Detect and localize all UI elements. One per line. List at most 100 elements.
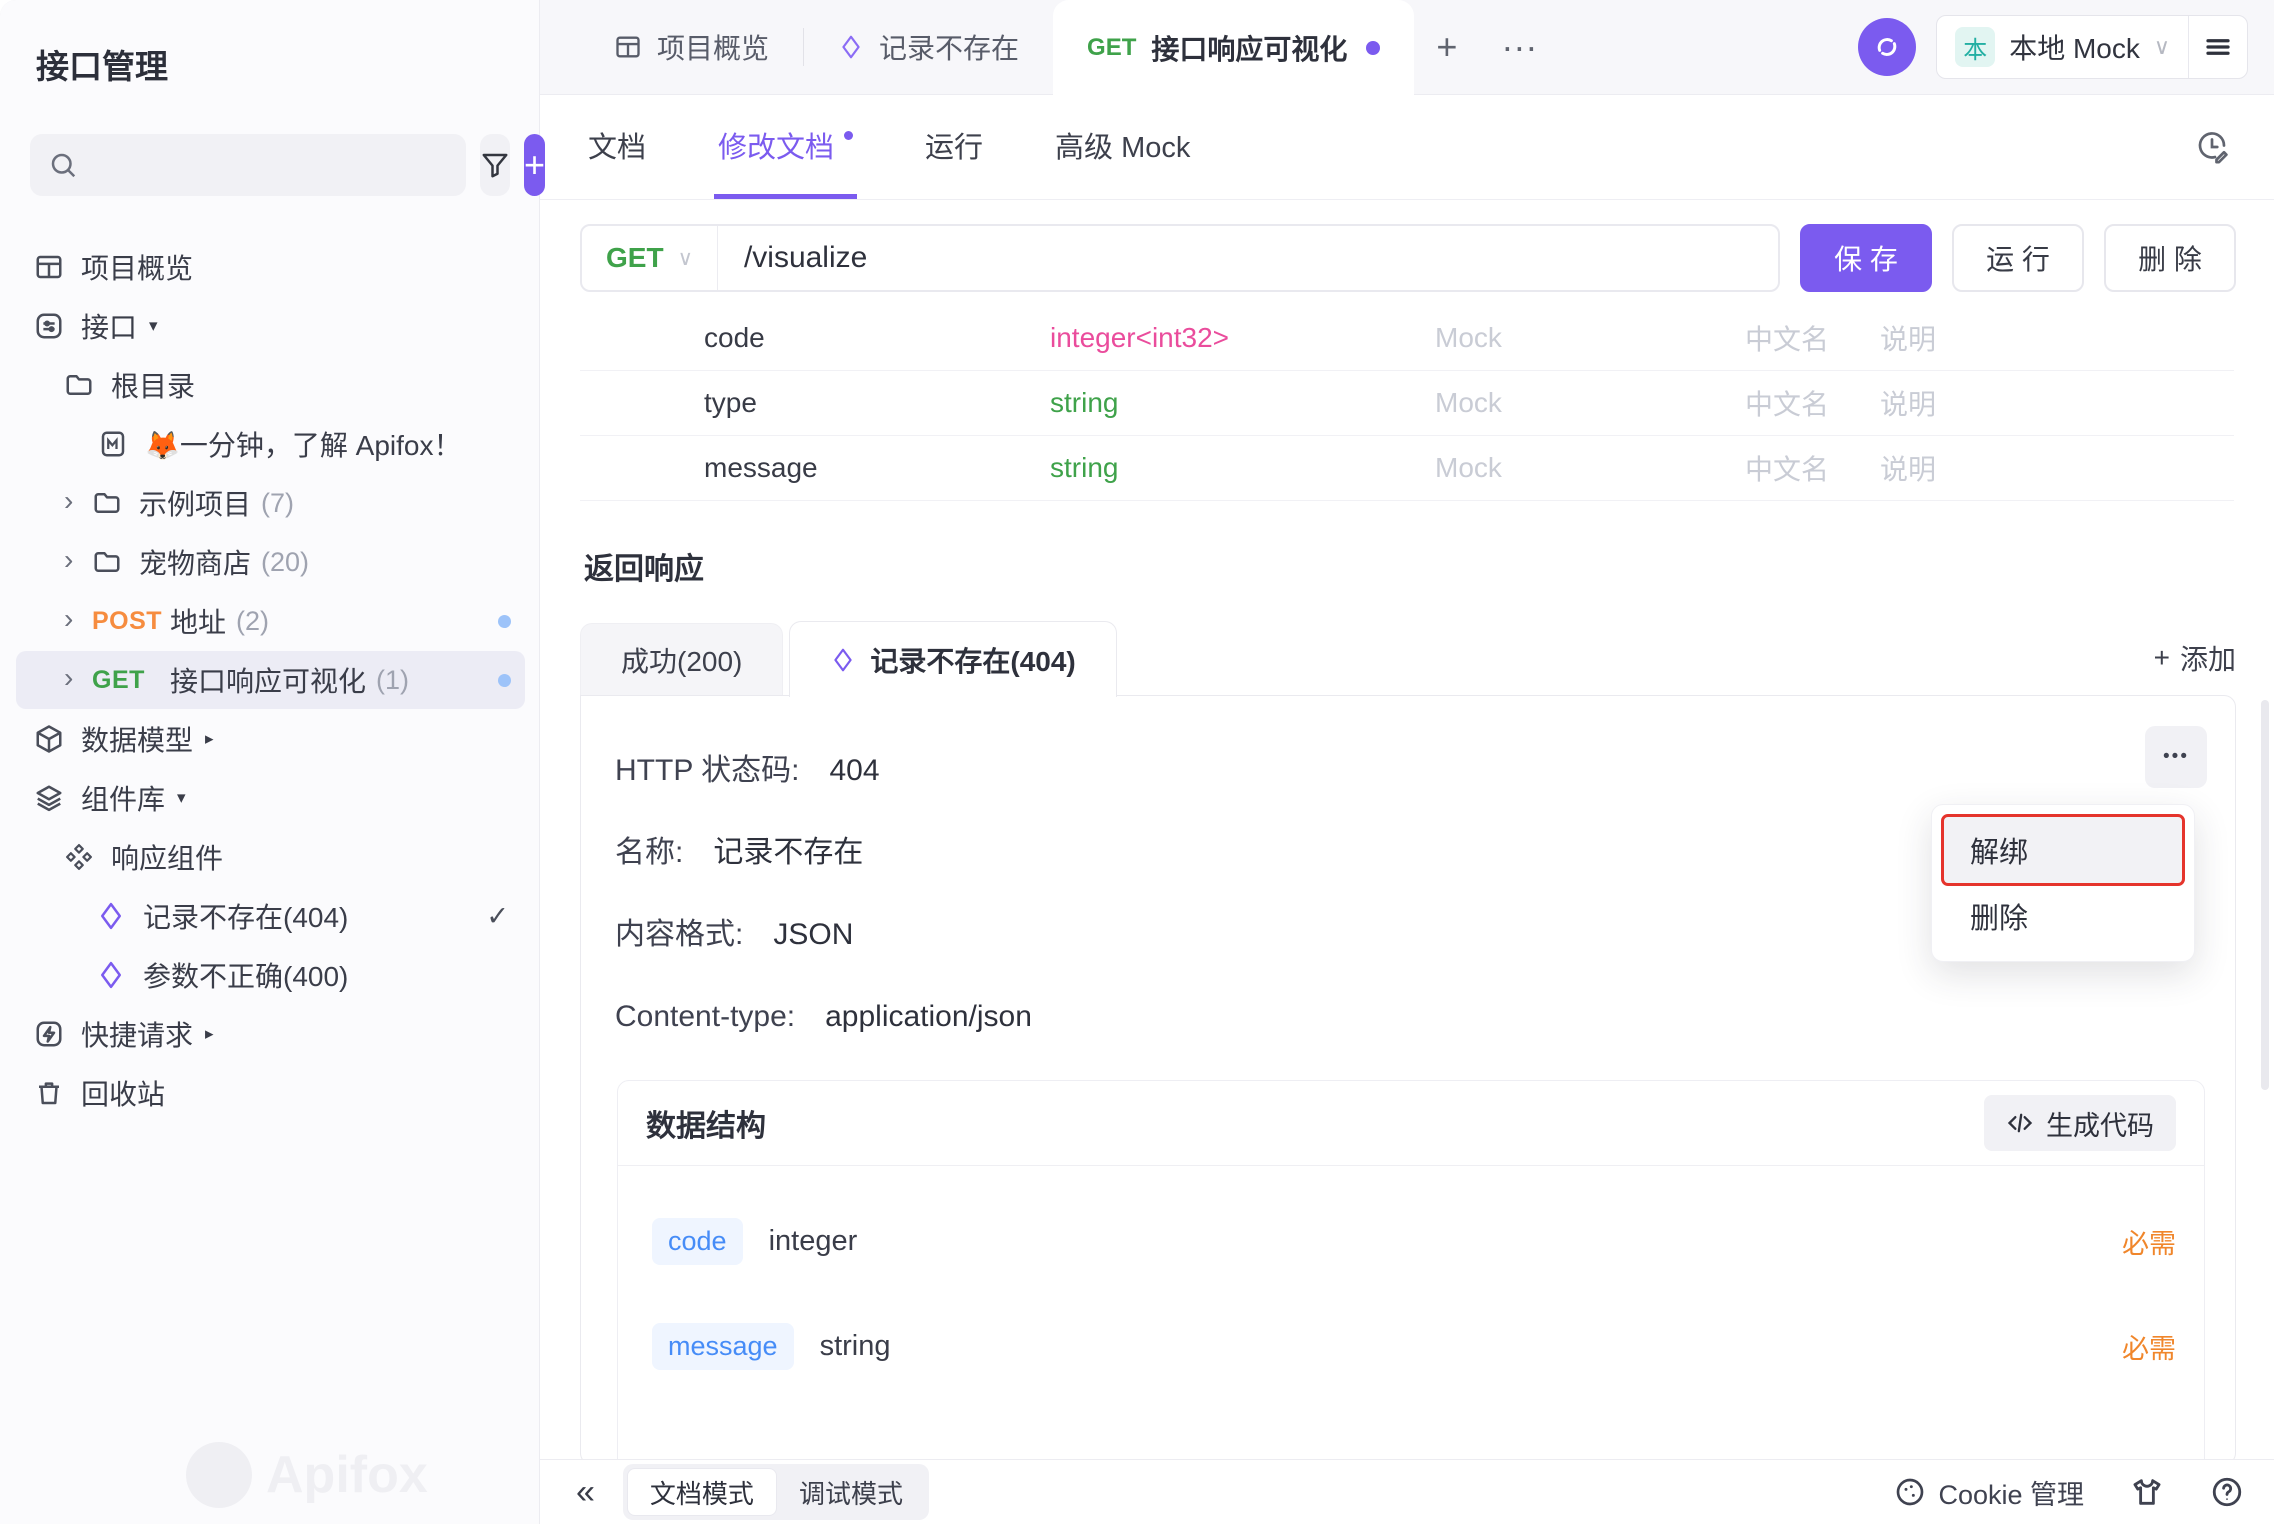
post-method-badge: POST: [92, 607, 170, 636]
tab-api-visualize-active[interactable]: GET 接口响应可视化: [1053, 0, 1414, 95]
tab-project-overview[interactable]: 项目概览: [580, 0, 803, 94]
mode-debug[interactable]: 调试模式: [777, 1468, 925, 1516]
add-response-button[interactable]: + 添加: [2154, 638, 2236, 678]
trash-icon: [34, 1078, 64, 1108]
sidebar-item-component-library[interactable]: 组件库 ▾: [16, 769, 525, 827]
table-row[interactable]: type string Mock 中文名 说明: [580, 371, 2234, 436]
request-row: GET ∨ 保 存 运 行 删 除: [540, 200, 2274, 318]
chevron-right-icon[interactable]: ›: [64, 485, 92, 517]
caret-down-icon[interactable]: ▾: [149, 316, 158, 336]
folder-icon: [92, 488, 122, 518]
help-button[interactable]: [2210, 1475, 2244, 1509]
cookie-icon: [1894, 1476, 1926, 1508]
plus-icon: +: [2154, 642, 2170, 674]
sidebar-item-recycle-bin[interactable]: 回收站: [16, 1064, 525, 1122]
table-row[interactable]: message string Mock 中文名 说明: [580, 436, 2234, 501]
sidebar-item-markdown-doc[interactable]: 🦊一分钟，了解 Apifox！: [16, 415, 525, 473]
diamond-icon: [96, 960, 126, 990]
response-section-title: 返回响应: [584, 551, 2274, 589]
ellipsis-icon: •••: [2163, 746, 2189, 768]
tab-advanced-mock[interactable]: 高级 Mock: [1051, 95, 1194, 199]
path-input[interactable]: [718, 241, 1778, 275]
response-tab-404-active[interactable]: 记录不存在(404): [789, 621, 1116, 697]
tab-edit-docs-active[interactable]: 修改文档: [714, 95, 857, 199]
sidebar-item-response-components[interactable]: 响应组件: [16, 828, 525, 886]
search-input[interactable]: [30, 134, 466, 196]
save-button[interactable]: 保 存: [1800, 224, 1932, 292]
data-structure-body: code integer 必需 message string 必需: [618, 1166, 2204, 1370]
cookie-manager-button[interactable]: Cookie 管理: [1894, 1473, 2084, 1512]
question-icon: [2210, 1475, 2244, 1509]
get-method-badge: GET: [92, 666, 170, 695]
caret-right-icon[interactable]: ▸: [205, 729, 214, 749]
folder-icon: [92, 547, 122, 577]
new-tab-button[interactable]: +: [1414, 0, 1479, 94]
add-api-button[interactable]: +: [524, 134, 545, 196]
tab-record-not-found[interactable]: 记录不存在: [804, 0, 1053, 94]
schema-field-code[interactable]: code integer 必需: [652, 1218, 2176, 1265]
tab-more-button[interactable]: ···: [1479, 0, 1559, 94]
diamond-icon: [96, 901, 126, 931]
layers-icon: [34, 783, 64, 813]
sidebar-item-get-visualize[interactable]: › GET 接口响应可视化 (1): [16, 651, 525, 709]
menu-item-unbind[interactable]: 解绑: [1944, 817, 2182, 883]
apifox-watermark: Apifox: [186, 1442, 428, 1508]
content-area: GET ∨ 保 存 运 行 删 除 code integer<int32> Mo…: [540, 200, 2274, 1459]
sidebar-item-root-folder[interactable]: 根目录: [16, 356, 525, 414]
sidebar-item-component-404[interactable]: 记录不存在(404) ✓: [16, 887, 525, 945]
collapse-sidebar-button[interactable]: «: [576, 1475, 595, 1509]
app-window: 接口管理 + 项目概览: [0, 0, 2274, 1524]
sidebar-item-component-400[interactable]: 参数不正确(400): [16, 946, 525, 1004]
sidebar-item-data-models[interactable]: 数据模型 ▸: [16, 710, 525, 768]
run-button[interactable]: 运 行: [1952, 224, 2084, 292]
response-fields-table: code integer<int32> Mock 中文名 说明 type str…: [580, 318, 2234, 501]
api-icon: [34, 311, 64, 341]
history-button[interactable]: [2194, 129, 2230, 165]
tab-run[interactable]: 运行: [921, 95, 987, 199]
overview-icon: [34, 252, 64, 282]
generate-code-button[interactable]: 生成代码: [1984, 1095, 2176, 1151]
sidebar-nav: 项目概览 接口 ▾ 根目录 🦊一分钟，了解 Apifox！ › 示例项目 (7): [0, 238, 539, 1122]
sidebar-search-row: +: [30, 134, 519, 196]
chevron-down-icon: ∨: [678, 246, 693, 271]
unsaved-dot: [1366, 41, 1380, 55]
table-row[interactable]: code integer<int32> Mock 中文名 说明: [580, 318, 2234, 371]
bottom-bar: « 文档模式 调试模式 Cookie 管理: [540, 1459, 2274, 1524]
mode-doc[interactable]: 文档模式: [627, 1468, 777, 1516]
filter-button[interactable]: [480, 134, 510, 196]
sidebar-item-apis[interactable]: 接口 ▾: [16, 297, 525, 355]
tab-docs[interactable]: 文档: [584, 95, 650, 199]
component-icon: [64, 842, 94, 872]
sidebar-item-pet-store[interactable]: › 宠物商店 (20): [16, 533, 525, 591]
env-badge: 本: [1955, 27, 1995, 67]
chevron-right-icon[interactable]: ›: [64, 603, 92, 635]
sidebar-item-project-overview[interactable]: 项目概览: [16, 238, 525, 296]
sync-status-button[interactable]: [1858, 18, 1916, 76]
caret-right-icon[interactable]: ▸: [205, 1024, 214, 1044]
response-more-button[interactable]: •••: [2145, 726, 2207, 788]
main-menu-button[interactable]: [2189, 16, 2247, 78]
overview-icon: [614, 33, 642, 61]
schema-field-message[interactable]: message string 必需: [652, 1323, 2176, 1370]
delete-button[interactable]: 删 除: [2104, 224, 2236, 292]
sidebar-item-quick-request[interactable]: 快捷请求 ▸: [16, 1005, 525, 1063]
sidebar-item-post-address[interactable]: › POST 地址 (2): [16, 592, 525, 650]
environment-selector[interactable]: 本 本地 Mock ∨: [1937, 16, 2188, 78]
theme-shirt-button[interactable]: [2130, 1475, 2164, 1509]
chevron-right-icon[interactable]: ›: [64, 662, 92, 694]
doc-tab-bar: 文档 修改文档 运行 高级 Mock: [540, 95, 2274, 200]
funnel-icon: [480, 150, 510, 180]
method-select[interactable]: GET ∨: [582, 226, 718, 290]
docbar-spacer: [1258, 95, 2194, 199]
folder-icon: [64, 370, 94, 400]
plus-icon: +: [524, 144, 545, 186]
chevron-right-icon[interactable]: ›: [64, 544, 92, 576]
search-text-field[interactable]: [90, 149, 448, 182]
response-tab-200[interactable]: 成功(200): [580, 623, 783, 695]
caret-down-icon[interactable]: ▾: [177, 788, 186, 808]
notification-dot: [498, 615, 511, 628]
vertical-scrollbar[interactable]: [2261, 700, 2269, 1090]
menu-item-delete[interactable]: 删除: [1944, 883, 2182, 949]
detail-row-status: HTTP 状态码: 404: [615, 752, 2235, 790]
sidebar-item-sample-project[interactable]: › 示例项目 (7): [16, 474, 525, 532]
